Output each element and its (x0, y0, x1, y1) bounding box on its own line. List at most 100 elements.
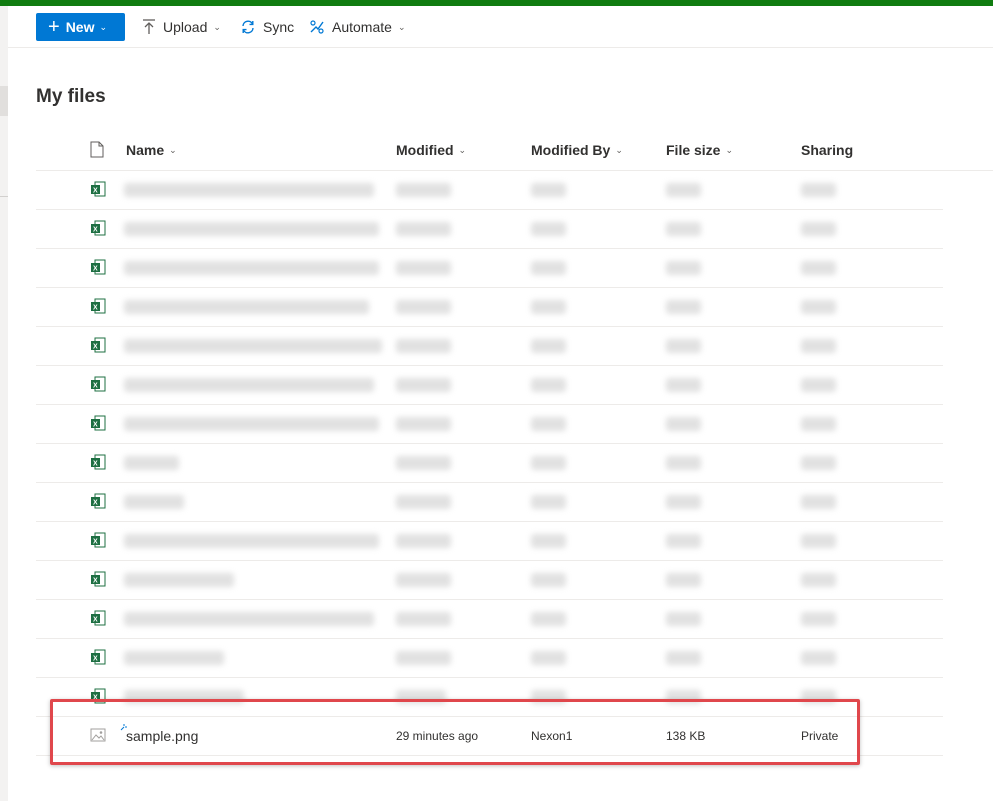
svg-text:X: X (93, 266, 98, 273)
obscured-sharing (801, 456, 836, 470)
obscured-file-name (124, 456, 179, 470)
obscured-modified (396, 612, 451, 626)
table-row[interactable]: X (36, 405, 943, 444)
obscured-modified-by (531, 573, 566, 587)
chevron-down-icon: ⌄ (397, 21, 406, 32)
obscured-modified (396, 690, 446, 704)
chevron-down-icon: ⌄ (213, 21, 221, 32)
obscured-file-size (666, 456, 701, 470)
obscured-sharing (801, 300, 836, 314)
obscured-sharing (801, 573, 836, 587)
obscured-file-name (124, 339, 382, 353)
document-icon[interactable] (90, 141, 104, 158)
column-header-modified[interactable]: Modified ⌄ (396, 130, 466, 170)
obscured-file-size (666, 573, 701, 587)
table-row[interactable]: X (36, 171, 943, 210)
svg-text:X: X (93, 383, 98, 390)
svg-text:X: X (93, 227, 98, 234)
obscured-modified-by (531, 651, 566, 665)
svg-text:X: X (93, 617, 98, 624)
table-row[interactable]: X (36, 561, 943, 600)
column-header-name[interactable]: Name ⌄ (126, 130, 177, 170)
obscured-file-size (666, 417, 701, 431)
excel-file-icon: X (91, 298, 106, 314)
left-rail-divider (0, 196, 8, 197)
obscured-modified-by (531, 378, 566, 392)
obscured-modified-by (531, 690, 566, 704)
upload-label: Upload (163, 19, 208, 35)
left-rail-selected-marker (0, 86, 8, 116)
sync-label: Sync (263, 19, 295, 35)
obscured-modified (396, 573, 451, 587)
obscured-modified-by (531, 300, 566, 314)
table-row[interactable]: X (36, 327, 943, 366)
table-row[interactable]: X (36, 444, 943, 483)
svg-text:X: X (93, 344, 98, 351)
obscured-file-name (124, 651, 224, 665)
obscured-file-size (666, 378, 701, 392)
obscured-sharing (801, 378, 836, 392)
modified-by-cell[interactable]: Nexon1 (531, 717, 572, 755)
svg-text:X: X (93, 578, 98, 585)
column-header-sharing-label: Sharing (801, 142, 854, 158)
command-bar: + New ⌄ Upload ⌄ Sync Automate ⌄ (8, 6, 993, 48)
sync-button[interactable]: Sync (240, 13, 294, 41)
excel-file-icon: X (91, 415, 106, 431)
table-row[interactable]: X (36, 639, 943, 678)
obscured-modified (396, 378, 451, 392)
column-header-name-label: Name (126, 142, 165, 158)
obscured-sharing (801, 495, 836, 509)
obscured-modified (396, 651, 451, 665)
excel-file-icon: X (91, 610, 106, 626)
image-file-icon (90, 728, 106, 742)
new-button[interactable]: + New ⌄ (36, 13, 125, 41)
obscured-modified-by (531, 495, 566, 509)
obscured-file-size (666, 300, 701, 314)
table-row[interactable]: X (36, 600, 943, 639)
upload-button[interactable]: Upload ⌄ (142, 13, 221, 41)
table-row[interactable]: X (36, 366, 943, 405)
obscured-sharing (801, 534, 836, 548)
svg-text:X: X (93, 461, 98, 468)
obscured-file-name (124, 534, 379, 548)
obscured-file-size (666, 495, 701, 509)
obscured-sharing (801, 339, 836, 353)
table-row[interactable]: X (36, 678, 943, 717)
excel-file-icon: X (91, 376, 106, 392)
column-header-file-size[interactable]: File size ⌄ (666, 130, 733, 170)
table-row[interactable]: X (36, 483, 943, 522)
obscured-file-size (666, 222, 701, 236)
svg-text:X: X (93, 539, 98, 546)
obscured-file-size (666, 261, 701, 275)
upload-icon (143, 19, 155, 34)
table-row[interactable]: X (36, 249, 943, 288)
obscured-modified (396, 300, 451, 314)
automate-button[interactable]: Automate ⌄ (309, 13, 405, 41)
file-name-link[interactable]: sample.png (126, 717, 198, 755)
column-header-sharing[interactable]: Sharing (801, 130, 853, 170)
table-row[interactable]: X (36, 522, 943, 561)
sharing-cell[interactable]: Private (801, 717, 838, 755)
obscured-file-size (666, 612, 701, 626)
obscured-sharing (801, 690, 836, 704)
obscured-modified (396, 534, 451, 548)
obscured-sharing (801, 261, 836, 275)
obscured-modified (396, 456, 451, 470)
chevron-down-icon: ⌄ (169, 144, 177, 155)
obscured-modified-by (531, 339, 566, 353)
table-row-sample-png[interactable]: sample.png 29 minutes ago Nexon1 138 KB … (36, 717, 943, 756)
column-header-modified-by[interactable]: Modified By ⌄ (531, 130, 623, 170)
excel-file-icon: X (91, 493, 106, 509)
excel-file-icon: X (91, 220, 106, 236)
excel-file-icon: X (91, 181, 106, 197)
table-row[interactable]: X (36, 288, 943, 327)
obscured-file-name (124, 495, 184, 509)
automate-icon (310, 20, 324, 34)
automate-label: Automate (332, 19, 392, 35)
table-row[interactable]: X (36, 210, 943, 249)
obscured-modified-by (531, 417, 566, 431)
excel-file-icon: X (91, 688, 106, 704)
obscured-file-name (124, 573, 234, 587)
plus-icon: + (48, 16, 60, 38)
obscured-modified-by (531, 612, 566, 626)
